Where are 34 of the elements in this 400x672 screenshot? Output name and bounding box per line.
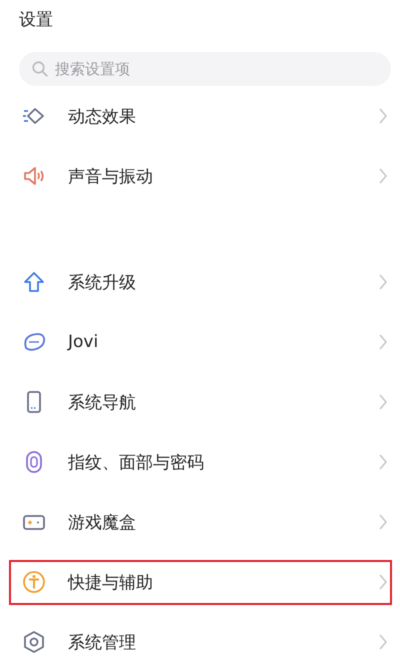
item-label: 快捷与辅助 <box>68 572 154 594</box>
item-label: 系统管理 <box>68 632 137 654</box>
speaker-icon <box>22 164 46 188</box>
settings-item[interactable]: 声音与振动 <box>0 146 400 206</box>
chevron-icon <box>378 273 388 291</box>
item-label: Jovi <box>68 332 100 352</box>
settings-item[interactable]: Jovi <box>0 312 400 372</box>
hexagon-icon <box>22 630 46 654</box>
settings-item[interactable]: 系统导航 <box>0 372 400 432</box>
item-label: 系统导航 <box>68 392 137 414</box>
settings-item[interactable]: 指纹、面部与密码 <box>0 432 400 492</box>
chevron-icon <box>378 333 388 351</box>
item-label: 游戏魔盒 <box>68 512 137 534</box>
search-field[interactable]: 搜索设置项 <box>19 52 391 86</box>
up-arrow-icon <box>22 270 46 294</box>
item-label: 系统升级 <box>68 272 137 294</box>
settings-item[interactable]: 系统管理 <box>0 612 400 672</box>
settings-item[interactable]: 游戏魔盒 <box>0 492 400 552</box>
settings-item[interactable]: 动态效果 <box>0 86 400 146</box>
chevron-icon <box>378 453 388 471</box>
page-title: 设置 <box>19 9 53 32</box>
chevron-icon <box>378 107 388 125</box>
chevron-icon <box>378 573 388 591</box>
settings-item[interactable]: 快捷与辅助 <box>0 552 400 612</box>
item-label: 声音与振动 <box>68 166 154 188</box>
chevron-icon <box>378 167 388 185</box>
settings-item[interactable]: 系统升级 <box>0 252 400 312</box>
chevron-icon <box>378 633 388 651</box>
item-label: 指纹、面部与密码 <box>68 452 205 474</box>
accessibility-icon <box>22 570 46 594</box>
item-label: 动态效果 <box>68 106 137 128</box>
chevron-icon <box>378 513 388 531</box>
chevron-icon <box>378 393 388 411</box>
search-icon <box>31 60 49 78</box>
